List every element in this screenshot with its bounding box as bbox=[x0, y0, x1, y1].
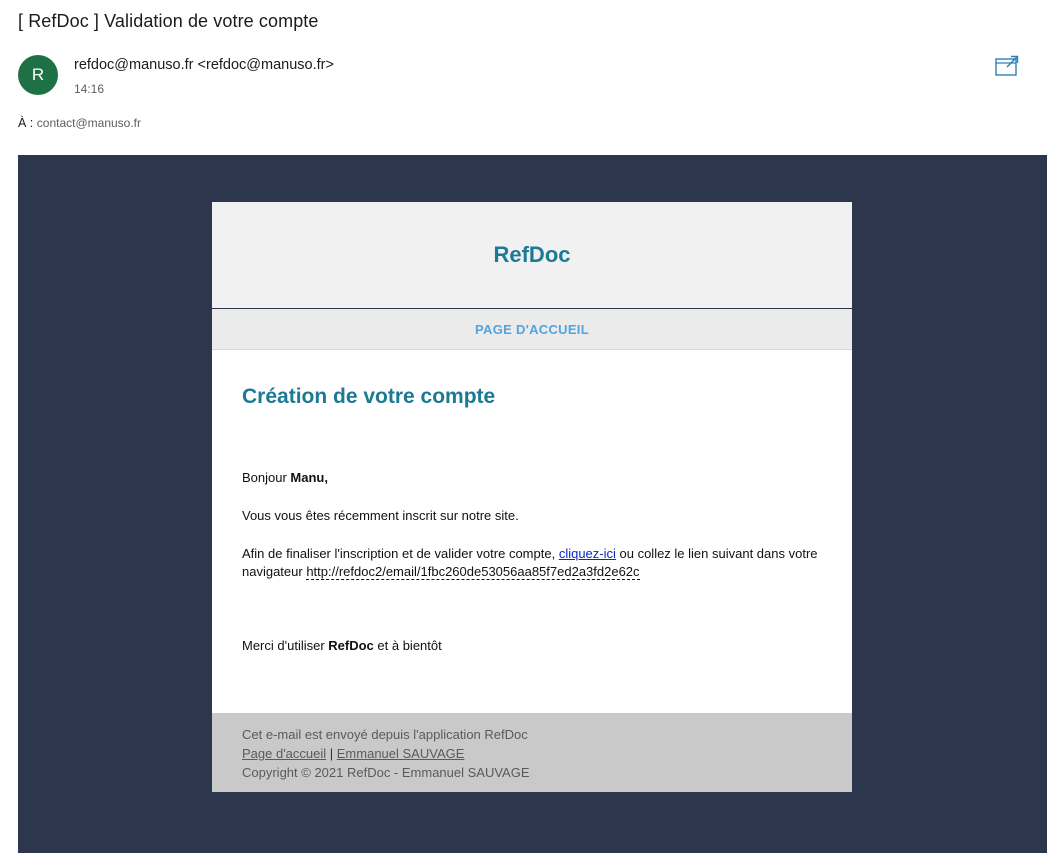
footer-links: Page d'accueil | Emmanuel SAUVAGE bbox=[242, 744, 822, 763]
thanks-line: Merci d'utiliser RefDoc et à bientôt bbox=[242, 637, 822, 655]
footer-separator: | bbox=[326, 746, 337, 761]
validation-paragraph: Afin de finaliser l'inscription et de va… bbox=[242, 545, 822, 581]
footer-author-link[interactable]: Emmanuel SAUVAGE bbox=[337, 746, 465, 761]
email-content: Création de votre compte Bonjour Manu, V… bbox=[212, 385, 852, 655]
email-subject: [ RefDoc ] Validation de votre compte bbox=[18, 11, 319, 31]
greeting: Bonjour Manu, bbox=[242, 469, 822, 487]
validation-text-prefix: Afin de finaliser l'inscription et de va… bbox=[242, 546, 559, 561]
brand-title: RefDoc bbox=[493, 242, 571, 267]
email-body-frame: RefDoc PAGE D'ACCUEIL Création de votre … bbox=[18, 155, 1047, 853]
recipient-label: À : bbox=[18, 116, 34, 130]
sender-avatar: R bbox=[18, 55, 58, 95]
recipient-address[interactable]: contact@manuso.fr bbox=[37, 116, 141, 130]
open-in-new-window-icon[interactable] bbox=[994, 54, 1020, 78]
sent-time: 14:16 bbox=[74, 82, 105, 96]
greeting-name: Manu, bbox=[290, 470, 328, 485]
sender-address[interactable]: refdoc@manuso.fr <refdoc@manuso.fr> bbox=[74, 57, 334, 73]
click-here-link[interactable]: cliquez-ici bbox=[559, 546, 616, 561]
recipient-line: À : contact@manuso.fr bbox=[18, 116, 141, 130]
validation-url-link[interactable]: http://refdoc2/email/1fbc260de53056aa85f… bbox=[306, 564, 640, 580]
footer-home-link[interactable]: Page d'accueil bbox=[242, 746, 326, 761]
thanks-brand: RefDoc bbox=[328, 638, 374, 653]
thanks-suffix: et à bientôt bbox=[373, 638, 442, 653]
registration-paragraph: Vous vous êtes récemment inscrit sur not… bbox=[242, 508, 519, 523]
email-nav: PAGE D'ACCUEIL bbox=[212, 309, 852, 350]
footer-origin-text: Cet e-mail est envoyé depuis l'applicati… bbox=[242, 727, 528, 742]
home-page-link[interactable]: PAGE D'ACCUEIL bbox=[475, 322, 589, 337]
footer-copyright: Copyright © 2021 RefDoc - Emmanuel SAUVA… bbox=[242, 765, 530, 780]
thanks-prefix: Merci d'utiliser bbox=[242, 638, 329, 653]
content-title: Création de votre compte bbox=[242, 385, 496, 408]
email-card: RefDoc PAGE D'ACCUEIL Création de votre … bbox=[212, 202, 852, 792]
greeting-prefix: Bonjour bbox=[242, 470, 291, 485]
email-footer: Cet e-mail est envoyé depuis l'applicati… bbox=[212, 713, 852, 792]
email-header: RefDoc bbox=[212, 202, 852, 309]
